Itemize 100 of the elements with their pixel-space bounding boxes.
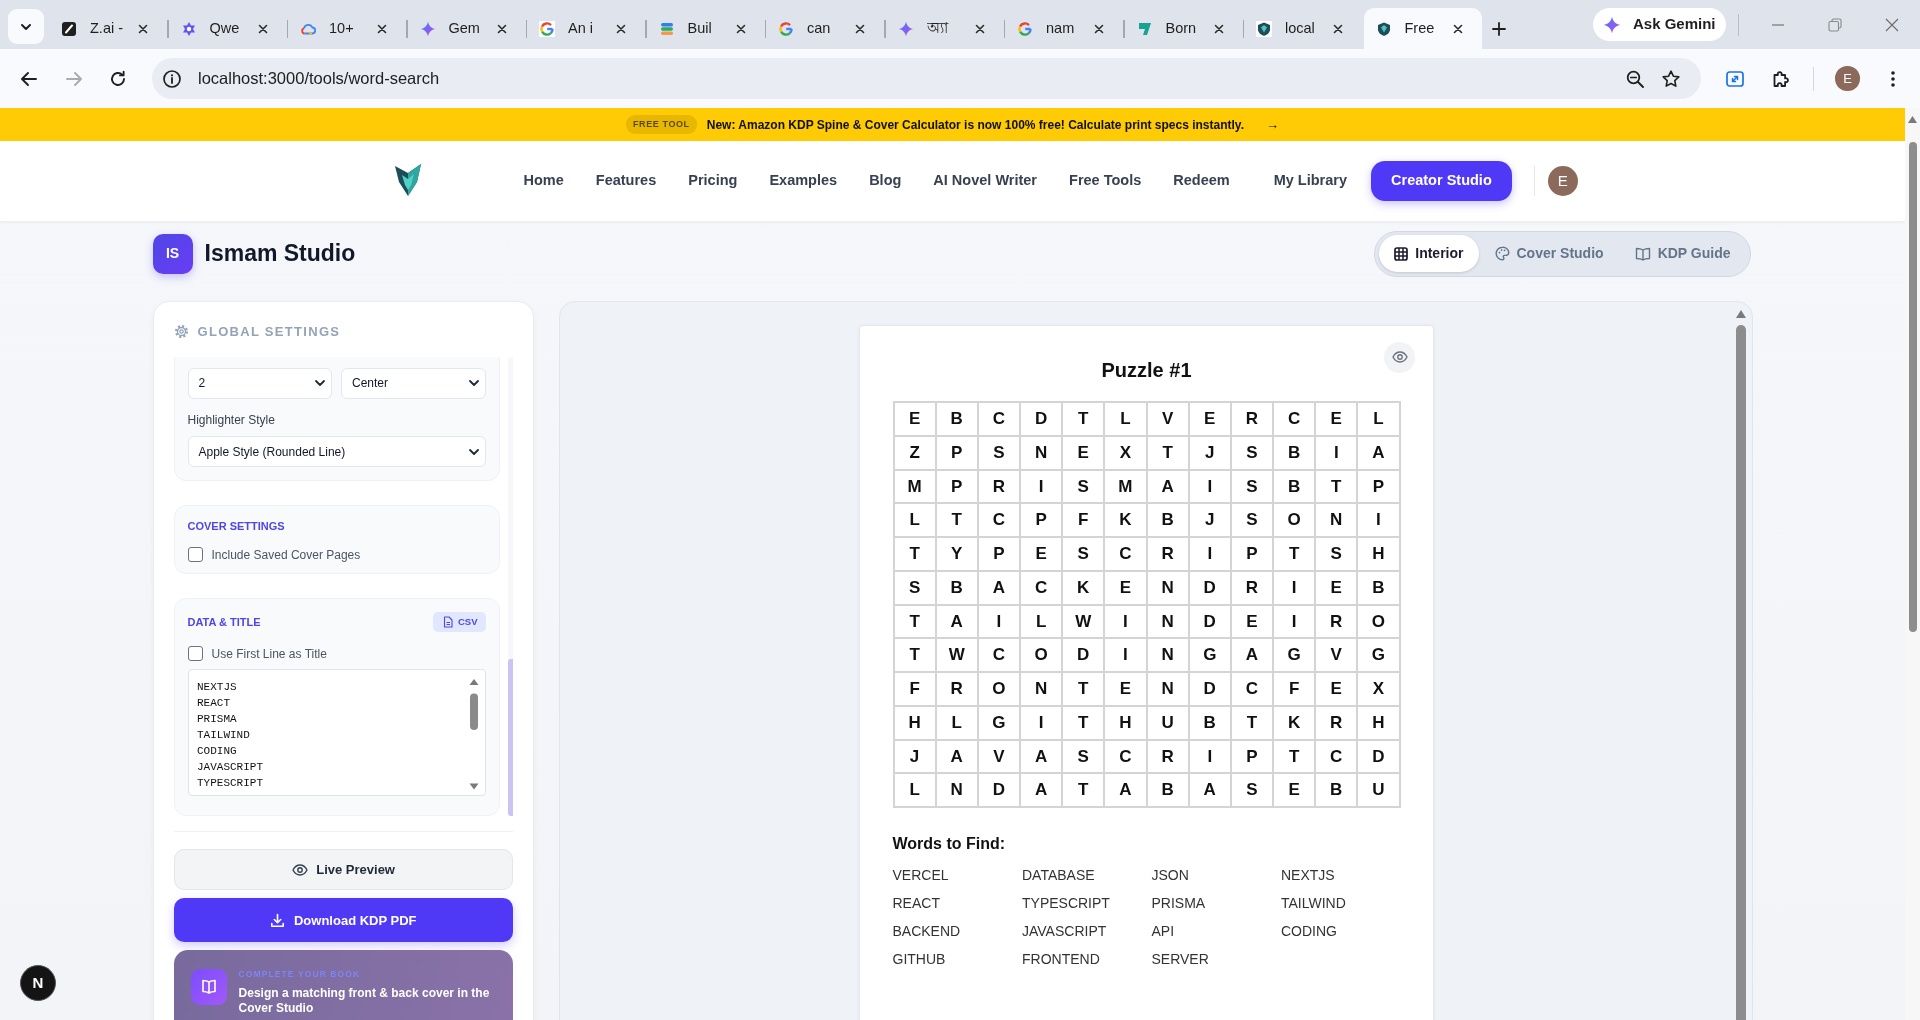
grid-cell: T xyxy=(1147,436,1188,469)
grid-cell: R xyxy=(1316,605,1357,638)
grid-cell: S xyxy=(1231,504,1272,536)
download-button[interactable]: Download KDP PDF xyxy=(173,898,513,943)
nav-link[interactable]: Free Tools xyxy=(1069,170,1142,192)
dropdown[interactable]: Center xyxy=(341,367,486,399)
grid-cell: B xyxy=(1316,774,1357,806)
info-icon[interactable] xyxy=(161,68,182,89)
browser-tab[interactable]: Gem xyxy=(407,8,526,49)
nav-link[interactable]: Features xyxy=(595,170,657,192)
grid-cell: R xyxy=(1231,403,1272,435)
grid-cell: C xyxy=(1105,538,1146,570)
close-icon[interactable] xyxy=(1213,23,1224,34)
nav-link[interactable]: Home xyxy=(523,170,564,192)
grid-cell: P xyxy=(1231,740,1272,773)
nav-link[interactable]: My Library xyxy=(1273,170,1348,192)
browser-tab[interactable]: অ্যা xyxy=(885,8,1004,49)
browser-tab[interactable]: local xyxy=(1244,8,1362,49)
plus-icon[interactable] xyxy=(1491,21,1506,36)
kebab-menu-icon[interactable] xyxy=(1890,70,1895,87)
scroll-up-arrow-icon[interactable] xyxy=(1736,310,1746,318)
grid-cell: T xyxy=(894,538,935,570)
restore-icon[interactable] xyxy=(1827,17,1842,32)
browser-tab[interactable]: An i xyxy=(527,8,645,49)
close-icon[interactable] xyxy=(138,23,148,34)
star-logo-icon xyxy=(180,20,197,37)
close-icon[interactable] xyxy=(616,23,626,34)
mode-tab[interactable]: Cover Studio xyxy=(1479,235,1620,273)
eye-icon xyxy=(1391,351,1408,363)
arrow-link[interactable]: → xyxy=(1266,114,1279,135)
nav-link[interactable]: AI Novel Writer xyxy=(933,170,1038,192)
browser-tab[interactable]: Free xyxy=(1363,8,1482,49)
checkbox[interactable] xyxy=(187,546,203,563)
browser-tab[interactable]: 10+ xyxy=(288,8,406,49)
close-icon[interactable] xyxy=(855,23,865,34)
grid-cell: I xyxy=(978,605,1019,638)
download-icon xyxy=(269,912,285,928)
close-icon[interactable] xyxy=(257,23,268,34)
checkbox-label[interactable]: Use First Line as Title xyxy=(211,644,327,663)
grid-cell: D xyxy=(1189,605,1230,638)
nav-link[interactable]: Blog xyxy=(869,170,902,192)
browser-tab[interactable]: can xyxy=(766,8,884,49)
wedge-logo-icon xyxy=(1136,20,1153,37)
grid-cell: E xyxy=(894,403,935,435)
grid-cell: B xyxy=(936,571,977,604)
user-avatar[interactable]: E xyxy=(1547,166,1578,196)
nav-link[interactable]: Pricing xyxy=(688,170,738,192)
browser-tab[interactable]: Buil xyxy=(646,8,765,49)
browser-tab[interactable]: nam xyxy=(1005,8,1123,49)
grid-cell: P xyxy=(936,436,977,469)
ask-gemini-button[interactable]: Ask Gemini xyxy=(1592,8,1726,41)
zoom-out-icon[interactable] xyxy=(1624,68,1645,89)
mode-tab[interactable]: KDP Guide xyxy=(1619,235,1746,273)
close-icon[interactable] xyxy=(735,23,746,34)
grid-cell: H xyxy=(1358,538,1399,570)
promo-card[interactable]: COMPLETE YOUR BOOK Design a matching front & back cover in the Cover Studio xyxy=(173,950,513,1020)
visibility-toggle-button[interactable] xyxy=(1384,341,1415,373)
nav-link[interactable]: Redeem xyxy=(1173,170,1230,192)
dropdown[interactable]: Apple Style (Rounded Line) xyxy=(187,435,486,468)
csv-button[interactable]: CSV xyxy=(433,611,486,632)
grid-cell: A xyxy=(1105,774,1146,806)
address-bar[interactable]: localhost:3000/tools/word-search xyxy=(151,58,1701,99)
grid-cell: V xyxy=(1316,639,1357,671)
word-list-field[interactable]: NEXTJS REACT PRISMA TAILWIND CODING JAVASCRIPT TYPESCRIPT xyxy=(187,669,486,796)
star-icon[interactable] xyxy=(1660,68,1681,89)
grid-cell: D xyxy=(1021,403,1062,435)
close-icon[interactable] xyxy=(974,23,985,34)
close-icon[interactable] xyxy=(496,23,507,34)
tab-search-button[interactable] xyxy=(8,9,44,44)
grid-cell: C xyxy=(1274,403,1315,435)
profile-avatar[interactable]: E xyxy=(1835,66,1860,91)
grid-cell: T xyxy=(1063,403,1104,435)
close-icon[interactable] xyxy=(1333,23,1343,34)
grid-cell: C xyxy=(1105,740,1146,773)
dropdown[interactable]: 2 xyxy=(187,367,332,399)
mode-tab[interactable]: Interior xyxy=(1378,235,1479,273)
scroll-up-arrow-icon[interactable] xyxy=(1908,116,1917,123)
word-item: DATABASE xyxy=(1022,866,1095,885)
grid-cell: M xyxy=(1105,470,1146,503)
expand-window-icon[interactable] xyxy=(1724,68,1745,89)
grid-cell: Z xyxy=(894,436,935,469)
grid-cell: X xyxy=(1105,436,1146,469)
close-icon[interactable] xyxy=(1094,23,1104,34)
close-icon[interactable] xyxy=(377,23,387,34)
promo-text: Design a matching front & back cover in the Cover Studio xyxy=(238,986,491,1017)
live-preview-button[interactable]: Live Preview xyxy=(173,849,513,891)
close-icon[interactable] xyxy=(1452,23,1463,34)
grid-cell: L xyxy=(1105,403,1146,435)
nav-link[interactable]: Examples xyxy=(769,170,838,192)
checkbox-label[interactable]: Include Saved Cover Pages xyxy=(211,545,361,564)
scrollbar[interactable] xyxy=(1905,108,1920,1020)
grid-cell: D xyxy=(1063,639,1104,671)
grid-cell: B xyxy=(1274,436,1315,469)
grid-cell: P xyxy=(1021,504,1062,536)
browser-tab[interactable]: Z.ai - xyxy=(49,8,167,49)
creator-studio-button[interactable]: Creator Studio xyxy=(1371,161,1512,201)
checkbox[interactable] xyxy=(187,645,203,662)
scrollbar[interactable] xyxy=(508,357,513,816)
browser-tab[interactable]: Qwe xyxy=(168,8,287,49)
browser-tab[interactable]: Born xyxy=(1124,8,1243,49)
